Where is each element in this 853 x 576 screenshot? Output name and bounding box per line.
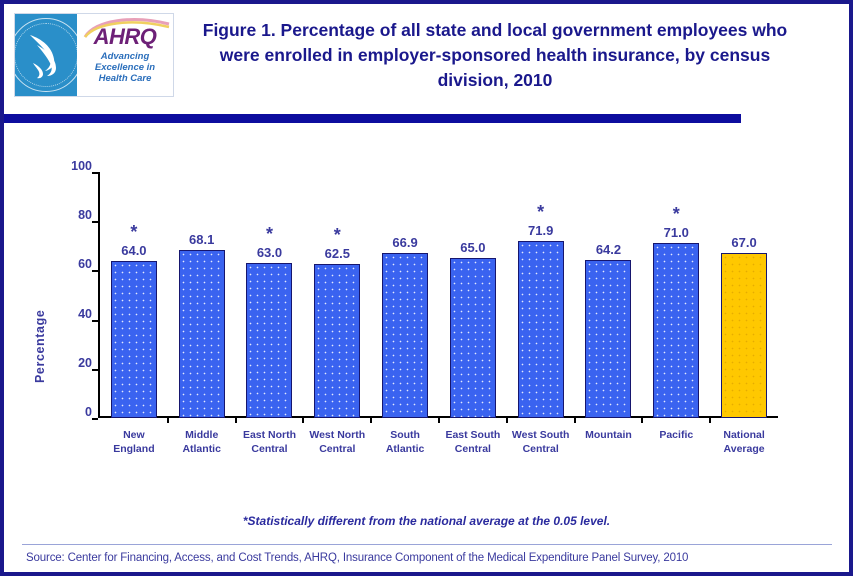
bar-value-label: 64.0 (121, 242, 147, 258)
bar[interactable] (314, 264, 361, 418)
bar[interactable] (110, 260, 157, 418)
page-title: Figure 1. Percentage of all state and lo… (202, 20, 788, 90)
x-axis-category-label: Middle Atlantic (182, 429, 221, 455)
ahrq-logo: AHRQ Advancing Excellence in Health Care (14, 13, 174, 97)
bar-slot: 67.0* (710, 172, 778, 418)
y-axis-tick-mark (92, 418, 98, 420)
bar-slot: 63.0 * (236, 172, 305, 423)
x-axis-category-label: Pacific (659, 429, 694, 441)
bar-value-label: 62.5 (324, 246, 350, 262)
y-axis-tick-label: 20 (78, 355, 92, 370)
bar-value-label: 68.1 (189, 232, 215, 248)
y-axis-tick-labels: 0 20 40 60 80 100 (54, 160, 92, 419)
bar-slot: 68.1* (168, 172, 237, 423)
y-axis-tick-mark (92, 368, 98, 371)
bar[interactable] (653, 243, 700, 418)
x-axis-category-label: East North Central (242, 429, 297, 455)
hhs-bird-icon (30, 35, 56, 79)
x-axis-category-label: West South Central (511, 429, 570, 455)
bar[interactable] (721, 253, 768, 418)
significance-asterisk: * (265, 224, 273, 245)
bar-slot: 66.9* (371, 172, 440, 423)
x-axis-category-label: New England (113, 429, 155, 455)
bar-slot: 64.0 * (100, 172, 169, 423)
bar-value-label: 64.2 (595, 242, 622, 258)
bar-value-label: 71.0 (663, 225, 689, 241)
bar-slot: 65.0* (439, 172, 508, 423)
figure-header: AHRQ Advancing Excellence in Health Care… (4, 4, 849, 108)
x-axis-category-label: West North Central (309, 429, 366, 455)
bar[interactable] (517, 241, 564, 418)
bar-value-label: 67.0 (731, 235, 757, 251)
y-axis-tick-mark (92, 221, 98, 224)
bar-slot: 64.2* (575, 172, 644, 423)
y-axis-tick-label: 0 (85, 405, 92, 419)
y-axis-title: Percentage (33, 309, 47, 383)
bar-value-label: 63.0 (256, 245, 283, 261)
bar-value-label: 66.9 (392, 235, 418, 251)
significance-footnote: *Statistically different from the nation… (242, 514, 611, 528)
significance-asterisk: * (537, 202, 545, 223)
x-axis-category-label: East South Central (445, 429, 501, 455)
bar-slot: 71.9 * (507, 172, 576, 423)
bar[interactable] (449, 258, 496, 418)
x-axis-category-label: National Average (723, 429, 765, 455)
y-axis-tick-mark (92, 319, 98, 322)
title-divider (4, 114, 741, 123)
ahrq-wordmark-text: AHRQ (93, 24, 157, 49)
bar[interactable] (178, 250, 225, 418)
significance-asterisk: * (672, 204, 680, 225)
ahrq-wordmark-block: AHRQ Advancing Excellence in Health Care (77, 14, 173, 96)
y-axis-tick-label: 40 (78, 306, 92, 321)
figure-container: AHRQ Advancing Excellence in Health Care… (0, 0, 853, 576)
x-axis-category-labels: New England Middle Atlantic East North Cen… (100, 428, 778, 456)
source-divider (22, 544, 832, 545)
bar-value-label: 71.9 (528, 223, 554, 239)
y-axis-tick-mark (92, 172, 98, 174)
y-axis-tick-label: 60 (78, 257, 92, 272)
bar-value-label: 65.0 (460, 240, 486, 256)
chart-plot-area: Percentage 020406080100 64.0*68.1*63.0*6… (4, 128, 849, 508)
x-axis-category-label: South Atlantic (385, 429, 425, 455)
bar-group: 64.0*68.1*63.0*62.5*66.9*65.0*71.9*64.2*… (100, 172, 778, 423)
y-axis-tick-label: 80 (78, 208, 92, 223)
bar[interactable] (382, 253, 429, 418)
bar[interactable] (585, 260, 632, 418)
source-note: Source: Center for Financing, Access, an… (26, 552, 689, 564)
significance-asterisk: * (130, 221, 138, 242)
hhs-seal-icon (15, 14, 77, 96)
ahrq-tagline: Advancing Excellence in Health Care (94, 51, 156, 84)
bar-slot: 71.0 * (642, 172, 712, 423)
y-axis-tick-label: 100 (71, 159, 92, 173)
bar-slot: 62.5 * (303, 172, 373, 423)
y-axis-tick-mark (92, 270, 98, 273)
bar[interactable] (246, 263, 293, 418)
significance-asterisk: * (333, 225, 341, 246)
x-axis-category-label: Mountain (585, 429, 632, 441)
